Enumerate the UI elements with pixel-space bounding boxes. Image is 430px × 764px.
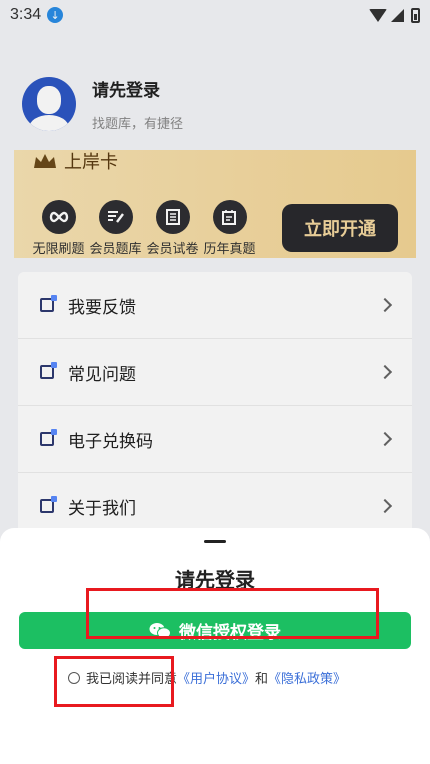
privacy-policy-link[interactable]: 《隐私政策》 — [268, 668, 346, 687]
user-agreement-link[interactable]: 《用户协议》 — [177, 668, 255, 687]
app-screen: 3:34 ↓ 请先登录 找题库，有捷径 上岸卡 无限刷题 会员题库 会员试卷 历… — [0, 0, 430, 764]
and-text: 和 — [255, 672, 269, 687]
annotation-box-agree-checkbox — [54, 656, 174, 707]
drag-handle[interactable] — [204, 540, 226, 543]
login-sheet: 请先登录 微信授权登录 我已阅读并同意 《用户协议》 和 《隐私政策》 — [0, 528, 430, 764]
annotation-box-login-button — [86, 588, 379, 639]
